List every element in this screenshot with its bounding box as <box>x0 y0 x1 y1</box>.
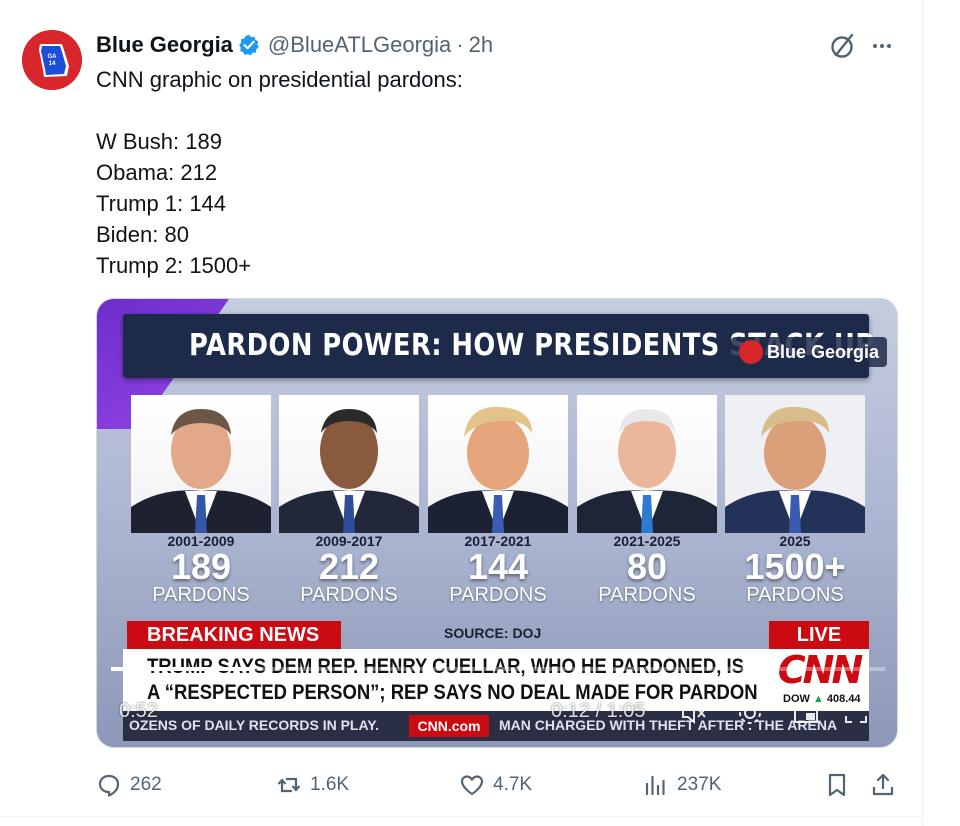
avatar[interactable]: GA 14 <box>22 30 82 90</box>
settings-icon[interactable] <box>735 699 765 727</box>
chyron-line: A “RESPECTED PERSON”; REP SAYS NO DEAL M… <box>147 681 758 704</box>
author-handle[interactable]: @BlueATLGeorgia <box>268 32 451 58</box>
more-options-icon[interactable] <box>866 31 898 61</box>
verified-badge-icon[interactable] <box>238 34 260 56</box>
share-button[interactable] <box>870 770 896 800</box>
heart-icon <box>460 775 484 796</box>
views-chart-icon <box>645 775 665 796</box>
display-name[interactable]: Blue Georgia <box>96 32 233 58</box>
svg-text:14: 14 <box>49 61 56 67</box>
watermark-logo-icon <box>739 340 763 364</box>
president-portrait <box>725 395 865 533</box>
svg-text:GA: GA <box>48 54 58 60</box>
ticker-site: CNN.com <box>409 715 489 737</box>
tweet-line: W Bush: 189 <box>96 129 222 154</box>
tweet-line: Trump 1: 144 <box>96 191 227 216</box>
ticker-text: OZENS OF DAILY RECORDS IN PLAY. <box>129 717 379 733</box>
president-portrait <box>428 395 568 533</box>
tweet-divider <box>0 816 922 817</box>
tweet-line: Trump 2: 1500+ <box>96 253 252 278</box>
fullscreen-icon[interactable] <box>841 699 871 727</box>
pardon-count: 1500+ <box>744 546 846 587</box>
video-progress-fill <box>111 667 255 671</box>
live-badge: LIVE <box>769 621 869 649</box>
bookmark-button[interactable] <box>824 770 850 800</box>
tweet-text: CNN graphic on presidential pardons: W B… <box>96 64 886 281</box>
separator-dot: · <box>456 32 464 57</box>
video-elapsed: 0:52 <box>119 700 158 722</box>
tweet-actions: 262 1.6K 4.7K 237K <box>96 770 898 800</box>
share-icon <box>872 773 894 796</box>
video-progress-bar[interactable] <box>111 667 885 671</box>
tweet-header: Blue Georgia @BlueATLGeorgia · 2h <box>96 30 493 60</box>
picture-in-picture-icon[interactable] <box>791 699 821 727</box>
grok-icon[interactable] <box>828 31 858 61</box>
repost-button[interactable]: 1.6K <box>276 770 349 800</box>
reply-icon <box>98 774 120 797</box>
tweet-line: Obama: 212 <box>96 160 218 185</box>
president-portrait <box>577 395 717 533</box>
reply-button[interactable]: 262 <box>96 770 162 800</box>
watermark: Blue Georgia <box>731 337 888 367</box>
like-button[interactable]: 4.7K <box>459 770 532 800</box>
mute-icon[interactable] <box>679 699 709 727</box>
view-count: 237K <box>677 774 722 795</box>
pardons-label: PARDONS <box>746 584 844 606</box>
breaking-news-label: BREAKING NEWS <box>127 621 341 649</box>
graphic-headline-bar: PARDON POWER: HOW PRESIDENTS STACK UP Bl… <box>123 314 888 378</box>
tweet-line: Biden: 80 <box>96 222 189 247</box>
views-button[interactable]: 237K <box>643 770 721 800</box>
source-label: SOURCE: DOJ <box>444 625 542 641</box>
president-portrait <box>131 395 271 533</box>
tweet-line: CNN graphic on presidential pardons: <box>96 67 463 92</box>
president-portrait <box>279 395 419 533</box>
ticker-text: MAN CHARGED WITH THEFT AFTER . THE ARENA <box>499 717 838 733</box>
timestamp[interactable]: 2h <box>469 32 493 58</box>
video-timer: 0:12 / 1:05 <box>551 700 646 722</box>
video-player[interactable]: PARDON POWER: HOW PRESIDENTS STACK UP Bl… <box>96 298 898 748</box>
bookmark-icon <box>828 773 846 797</box>
repost-count: 1.6K <box>310 774 350 795</box>
reply-count: 262 <box>130 774 162 795</box>
column-divider <box>922 0 923 826</box>
watermark-text: Blue Georgia <box>767 341 880 362</box>
repost-icon <box>277 777 301 793</box>
like-count: 4.7K <box>493 774 533 795</box>
georgia-map-icon: GA 14 <box>22 30 82 90</box>
